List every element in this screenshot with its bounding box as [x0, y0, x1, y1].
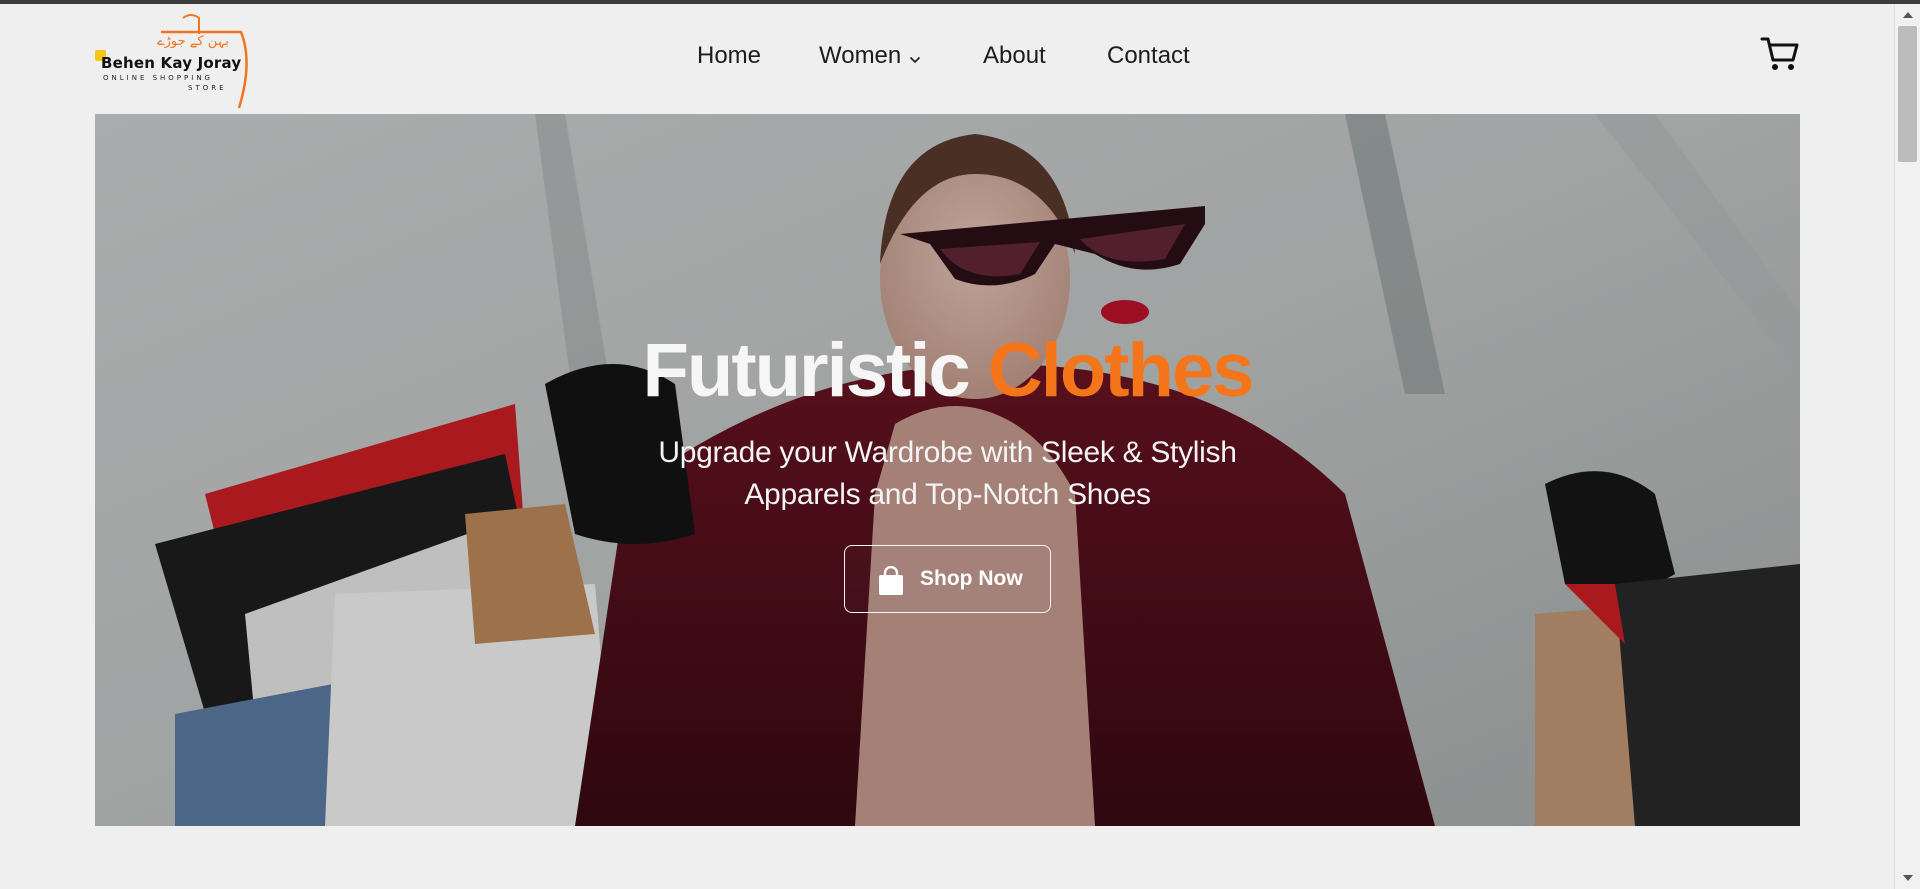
cart-button[interactable]: [1760, 34, 1800, 74]
hero-title-main: Futuristic: [642, 328, 970, 413]
shop-now-label: Shop Now: [920, 567, 1023, 590]
scroll-up-arrow-icon[interactable]: [1895, 4, 1920, 26]
main-navigation: Home Women About Contact: [0, 42, 1894, 78]
hero-subtitle-line2: Apparels and Top-Notch Shoes: [744, 478, 1151, 511]
scrollbar-thumb[interactable]: [1898, 26, 1917, 162]
nav-item-women-label: Women: [819, 42, 902, 69]
nav-item-home[interactable]: Home: [697, 42, 761, 70]
page-scrollbar[interactable]: [1894, 4, 1920, 889]
nav-item-women[interactable]: Women: [819, 42, 921, 71]
hero-banner: Futuristic Clothes Upgrade your Wardrobe…: [95, 114, 1800, 826]
shop-now-button[interactable]: Shop Now: [844, 545, 1051, 613]
hero-title: Futuristic Clothes: [95, 327, 1800, 414]
shopping-bag-icon: [877, 565, 905, 601]
scroll-down-arrow-icon[interactable]: [1895, 867, 1920, 889]
nav-item-about[interactable]: About: [983, 42, 1046, 70]
hero-title-accent: Clothes: [987, 328, 1255, 413]
chevron-down-icon: [909, 43, 921, 71]
page: بہن کے جوڑے Behen Kay Joray ONLINE SHOPP…: [0, 4, 1894, 889]
nav-item-contact[interactable]: Contact: [1107, 42, 1190, 70]
cart-icon: [1760, 37, 1799, 70]
hero-subtitle-line1: Upgrade your Wardrobe with Sleek & Styli…: [658, 436, 1237, 469]
brand-tagline-line2: STORE: [188, 84, 227, 92]
hero-subtitle: Upgrade your Wardrobe with Sleek & Styli…: [95, 432, 1800, 516]
